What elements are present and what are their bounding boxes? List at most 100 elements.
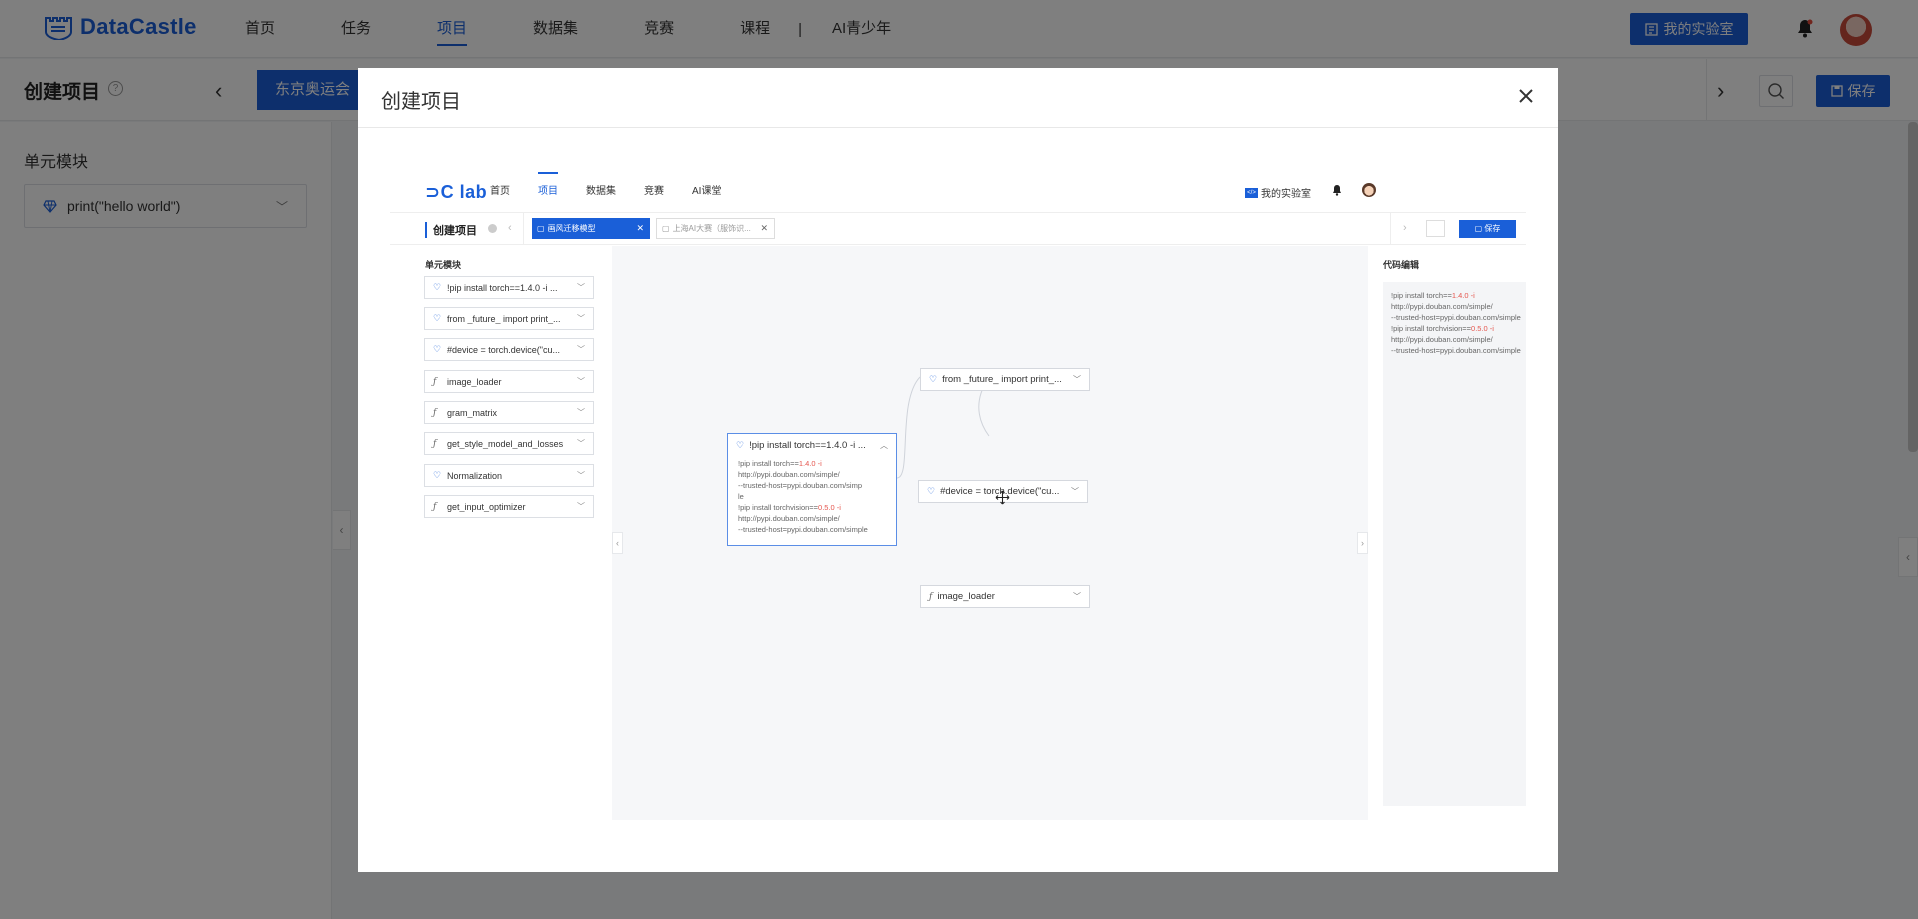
- function-icon: ƒ: [433, 407, 437, 418]
- gem-icon: ♡: [927, 486, 936, 496]
- preview-save-label: 保存: [1484, 224, 1501, 233]
- preview-search-icon: [1426, 220, 1445, 237]
- preview-chevron-right-icon: ›: [1403, 222, 1407, 234]
- chevron-down-icon: ﹀: [1073, 592, 1081, 601]
- preview-module-name: gram_matrix: [447, 407, 498, 418]
- code-line: !pip install torchvision==0.5.0 -i: [738, 503, 841, 512]
- connector-lines: [896, 376, 990, 479]
- chevron-down-icon: ﹀: [577, 377, 585, 386]
- create-project-dialog: 创建项目 ⊃C lab 首页 项目 数据集 竞赛 AI课堂 </> 我的实验室 创…: [358, 68, 1558, 872]
- preview-tab-icon: ▢: [537, 224, 545, 233]
- chevron-down-icon: ﹀: [577, 314, 585, 323]
- preview-module-name: Normalization: [447, 470, 503, 481]
- preview-module-name: get_style_model_and_losses: [447, 438, 564, 449]
- preview-save-button: ▢ 保存: [1459, 220, 1516, 238]
- preview-divider: [523, 213, 524, 244]
- preview-navbar: ⊃C lab 首页 项目 数据集 竞赛 AI课堂 </> 我的实验室: [390, 172, 1526, 212]
- preview-logo-text: lab: [459, 182, 488, 202]
- chevron-down-icon: ﹀: [577, 345, 585, 354]
- code-line: !pip install torch==1.4.0 -i: [738, 459, 822, 468]
- code-line: --trusted-host=pypi.douban.com/simple: [1391, 346, 1521, 355]
- code-line: http://pypi.douban.com/simple/: [1391, 335, 1493, 344]
- preview-node-code: !pip install torch==1.4.0 -i http://pypi…: [728, 456, 896, 537]
- gem-icon: ♡: [736, 439, 745, 450]
- preview-chevron-right-icon: ›: [1357, 532, 1368, 554]
- preview-code-box: !pip install torch==1.4.0 -i http://pypi…: [1383, 282, 1526, 806]
- preview-module-item: ƒ get_input_optimizer ﹀: [424, 495, 594, 518]
- code-line: le: [738, 492, 744, 501]
- preview-nav-projects: 项目: [538, 172, 558, 212]
- preview-module-item: ♡ #device = torch.device("cu... ﹀: [424, 338, 594, 361]
- preview-logo: ⊃C lab: [425, 182, 488, 202]
- preview-nav-home: 首页: [490, 186, 510, 197]
- preview-page-title: 创建项目: [425, 222, 477, 238]
- chevron-down-icon: ﹀: [577, 408, 585, 417]
- preview-module-name: from _future_ import print_...: [447, 313, 561, 324]
- preview-nav: 首页 项目 数据集 竞赛 AI课堂: [490, 172, 749, 212]
- preview-tab-close-icon: ✕: [636, 223, 644, 233]
- code-line: --trusted-host=pypi.douban.com/simp: [738, 481, 863, 490]
- preview-divider: [1390, 213, 1391, 244]
- preview-tab-active: ▢ 画风迁移模型 ✕: [532, 218, 650, 239]
- preview-tab-close-icon: ✕: [760, 223, 768, 233]
- preview-help-icon: [488, 224, 497, 233]
- preview-node-title: !pip install torch==1.4.0 -i ...: [749, 439, 866, 451]
- chevron-down-icon: ﹀: [1071, 487, 1079, 496]
- preview-module-item: ♡ from _future_ import print_... ﹀: [424, 307, 594, 330]
- preview-code-heading: 代码编辑: [1383, 260, 1420, 270]
- preview-subbar: 创建项目 ‹ ▢ 画风迁移模型 ✕ ▢ 上海AI大赛（服饰识... ✕ › ▢ …: [390, 212, 1526, 245]
- preview-bell-icon: [1333, 185, 1341, 196]
- preview-code-editor: 代码编辑 !pip install torch==1.4.0 -i http:/…: [1383, 246, 1526, 820]
- gem-icon: ♡: [433, 313, 442, 323]
- function-icon: ƒ: [433, 438, 437, 449]
- gem-icon: ♡: [433, 470, 442, 480]
- chevron-down-icon: ﹀: [577, 439, 585, 448]
- preview-module-item: ƒ gram_matrix ﹀: [424, 401, 594, 424]
- preview-lab-label: 我的实验室: [1261, 189, 1311, 200]
- chevron-up-icon: ︿: [880, 440, 888, 450]
- preview-tab-label: 上海AI大赛（服饰识...: [672, 224, 751, 233]
- function-icon: ƒ: [433, 376, 437, 387]
- preview-nav-ai-class: AI课堂: [692, 186, 722, 197]
- preview-module-list: 单元模块: [390, 246, 538, 820]
- preview-node-name: from _future_ import print_...: [942, 374, 1062, 385]
- preview-module-item: ƒ image_loader ﹀: [424, 370, 594, 393]
- preview-module-name: get_input_optimizer: [447, 501, 526, 512]
- close-icon[interactable]: [1514, 84, 1538, 108]
- preview-node-expanded: ♡ !pip install torch==1.4.0 -i ... ︿ !pip …: [727, 433, 897, 546]
- code-line: http://pypi.douban.com/simple/: [1391, 302, 1493, 311]
- dialog-title: 创建项目: [381, 91, 461, 113]
- preview-tab: ▢ 上海AI大赛（服饰识... ✕: [656, 218, 775, 239]
- preview-avatar: [1362, 183, 1376, 197]
- dialog-header: 创建项目: [358, 68, 1558, 128]
- gem-icon: ♡: [929, 374, 938, 384]
- preview-node: ƒ image_loader ﹀: [920, 585, 1090, 608]
- preview-tab-icon: ▢: [662, 224, 670, 233]
- preview-module-item: ♡ !pip install torch==1.4.0 -i ... ﹀: [424, 276, 594, 299]
- preview-node-name: image_loader: [937, 591, 995, 602]
- preview-flow-canvas: ♡ !pip install torch==1.4.0 -i ... ︿ !pip …: [612, 246, 1368, 820]
- code-line: !pip install torchvision==0.5.0 -i: [1391, 324, 1494, 333]
- function-icon: ƒ: [929, 591, 933, 602]
- preview-node: ♡ from _future_ import print_... ﹀: [920, 368, 1090, 391]
- preview-module-name: image_loader: [447, 376, 502, 387]
- preview-module-item: ƒ get_style_model_and_losses ﹀: [424, 432, 594, 455]
- code-icon: </>: [1245, 187, 1258, 198]
- chevron-down-icon: ﹀: [577, 502, 585, 511]
- move-cursor-icon: [995, 490, 1010, 505]
- code-line: http://pypi.douban.com/simple/: [738, 470, 840, 479]
- preview-module-name: !pip install torch==1.4.0 -i ...: [447, 282, 558, 293]
- code-line: http://pypi.douban.com/simple/: [738, 514, 840, 523]
- gem-icon: ♡: [433, 344, 442, 354]
- chevron-down-icon: ﹀: [577, 283, 585, 292]
- function-icon: ƒ: [433, 501, 437, 512]
- preview-nav-competitions: 竞赛: [644, 186, 664, 197]
- tutorial-preview-image: ⊃C lab 首页 项目 数据集 竞赛 AI课堂 </> 我的实验室 创建项目 ‹…: [390, 172, 1526, 820]
- preview-chevron-left-icon: ‹: [612, 532, 623, 554]
- preview-tab-active-label: 画风迁移模型: [547, 224, 596, 233]
- preview-module-name: #device = torch.device("cu...: [447, 344, 561, 355]
- preview-nav-datasets: 数据集: [586, 186, 616, 197]
- chevron-down-icon: ﹀: [577, 471, 585, 480]
- preview-module-item: ♡ Normalization ﹀: [424, 464, 594, 487]
- code-line: --trusted-host=pypi.douban.com/simple: [1391, 313, 1521, 322]
